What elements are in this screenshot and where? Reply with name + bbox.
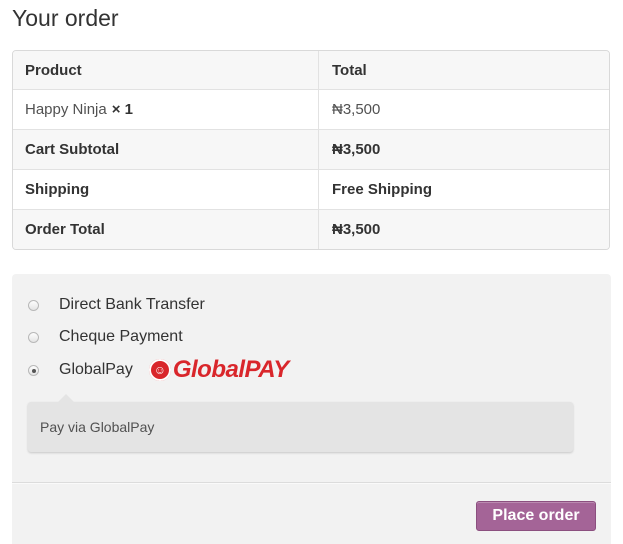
- radio-bank-transfer[interactable]: [28, 299, 39, 311]
- payment-method-globalpay[interactable]: GlobalPay ☺ GlobalPAY: [28, 356, 289, 384]
- shipping-row: Shipping Free Shipping: [13, 169, 609, 209]
- product-quantity: × 1: [111, 101, 133, 118]
- cart-subtotal-row: Cart Subtotal ₦3,500: [13, 129, 609, 169]
- order-table: Product Total Happy Ninja × 1 ₦3,500 Car…: [12, 50, 610, 250]
- order-total-value: ₦3,500: [332, 221, 381, 238]
- payment-method-cheque[interactable]: Cheque Payment: [28, 328, 183, 346]
- payment-description-text: Pay via GlobalPay: [40, 419, 155, 435]
- product-cell: Happy Ninja × 1: [13, 90, 319, 129]
- globalpay-logo-icon: ☺: [148, 359, 171, 381]
- payment-method-label[interactable]: Direct Bank Transfer: [59, 296, 205, 314]
- place-order-button[interactable]: Place order: [476, 501, 596, 531]
- globalpay-logo-text: GlobalPAY: [172, 356, 289, 383]
- shipping-label: Shipping: [13, 170, 319, 209]
- page-title: Your order: [12, 5, 119, 31]
- table-row: Happy Ninja × 1 ₦3,500: [13, 89, 609, 129]
- radio-globalpay[interactable]: [28, 364, 39, 376]
- divider-highlight: [12, 483, 611, 484]
- header-product: Product: [13, 51, 319, 89]
- payment-method-label[interactable]: Cheque Payment: [59, 328, 183, 346]
- product-name: Happy Ninja: [25, 101, 107, 118]
- payment-method-label[interactable]: GlobalPay: [59, 361, 133, 379]
- shipping-value: Free Shipping: [332, 181, 433, 198]
- product-total: ₦3,500: [332, 101, 381, 118]
- radio-cheque[interactable]: [28, 331, 39, 343]
- globalpay-logo: ☺ GlobalPAY: [148, 356, 289, 384]
- order-total-row: Order Total ₦3,500: [13, 209, 609, 249]
- payment-method-bank-transfer[interactable]: Direct Bank Transfer: [28, 296, 205, 314]
- cart-subtotal-value: ₦3,500: [332, 141, 381, 158]
- order-total-label: Order Total: [13, 210, 319, 249]
- cart-subtotal-label: Cart Subtotal: [13, 130, 319, 169]
- table-header-row: Product Total: [13, 51, 609, 89]
- header-total: Total: [332, 61, 367, 79]
- payment-section: Direct Bank Transfer Cheque Payment Glob…: [12, 274, 611, 544]
- payment-description: Pay via GlobalPay: [28, 394, 573, 452]
